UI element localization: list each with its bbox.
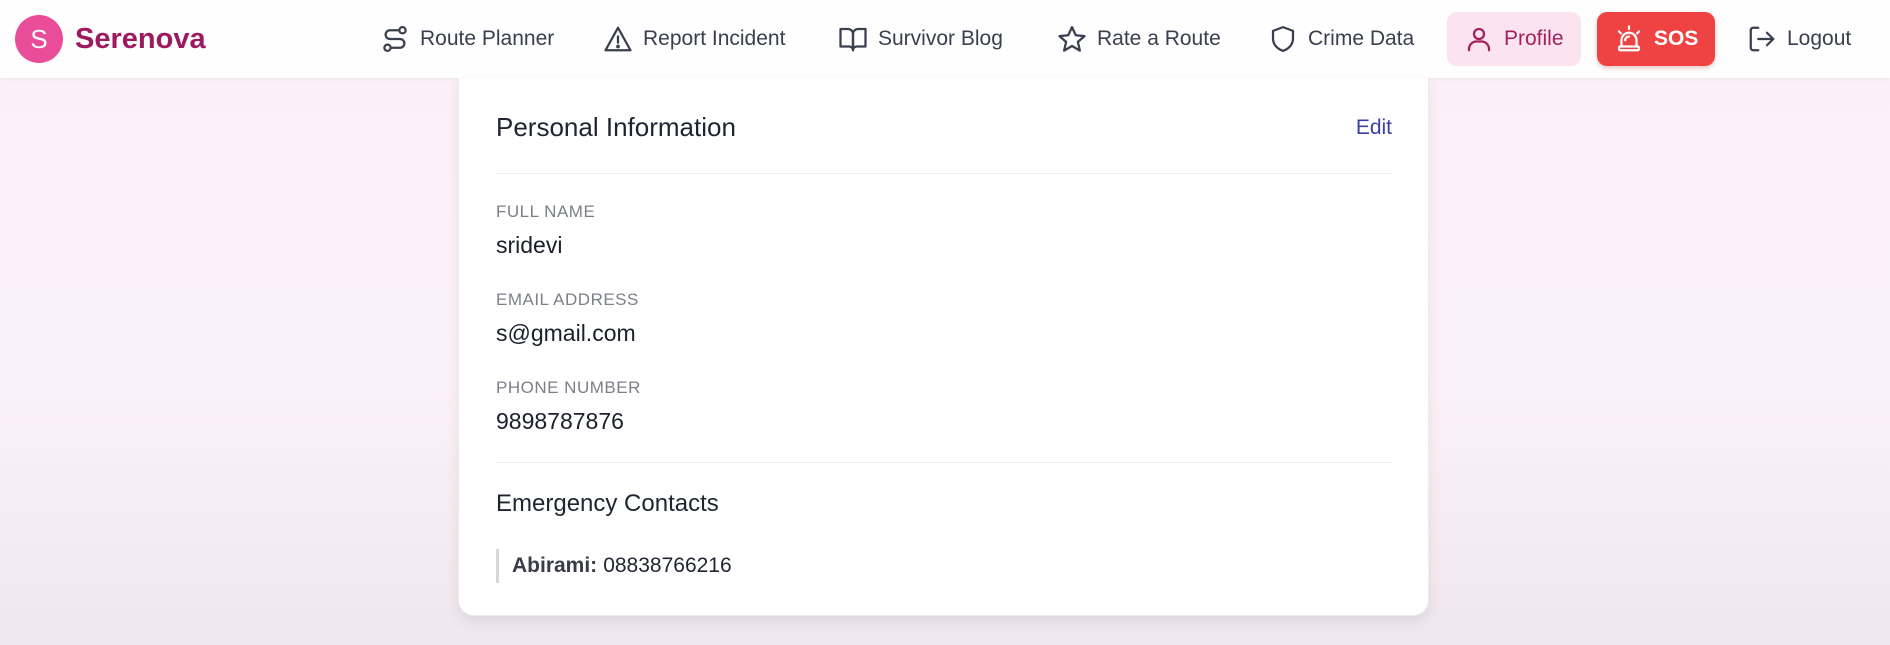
route-icon xyxy=(383,26,407,52)
shield-icon xyxy=(1271,26,1295,52)
email-value: s@gmail.com xyxy=(496,320,636,346)
nav-survivor-blog-label: Survivor Blog xyxy=(878,27,1003,50)
logout-icon xyxy=(1749,26,1775,52)
email-label: EMAIL ADDRESS xyxy=(496,290,639,309)
divider xyxy=(496,173,1392,174)
nav-route-planner[interactable]: Route Planner xyxy=(380,12,554,66)
nav-report-incident-label: Report Incident xyxy=(643,27,786,50)
brand-badge: S xyxy=(15,15,63,63)
siren-icon xyxy=(1617,25,1641,52)
nav-survivor-blog[interactable]: Survivor Blog xyxy=(838,12,1003,66)
nav-crime-data-label: Crime Data xyxy=(1308,27,1415,50)
warning-triangle-icon xyxy=(604,26,632,52)
user-icon xyxy=(1467,27,1491,52)
full-name-value: sridevi xyxy=(496,232,563,258)
full-name-label: FULL NAME xyxy=(496,202,596,221)
contact-phone: 08838766216 xyxy=(603,554,732,577)
nav-profile[interactable]: Profile xyxy=(1447,12,1581,66)
nav-rate-route[interactable]: Rate a Route xyxy=(1057,12,1221,66)
nav-logout-label: Logout xyxy=(1787,27,1852,50)
nav-rate-route-label: Rate a Route xyxy=(1097,27,1221,50)
star-icon xyxy=(1058,26,1086,52)
nav-profile-label: Profile xyxy=(1504,27,1564,50)
open-book-icon xyxy=(839,27,867,52)
nav-report-incident[interactable]: Report Incident xyxy=(603,12,785,66)
edit-button[interactable]: Edit xyxy=(1356,116,1392,140)
personal-info-title: Personal Information xyxy=(496,112,736,142)
phone-label: PHONE NUMBER xyxy=(496,378,641,397)
sos-button[interactable]: SOS xyxy=(1597,12,1716,66)
nav-route-planner-label: Route Planner xyxy=(420,27,555,50)
emergency-contact-item: Abirami: 08838766216 xyxy=(496,549,732,583)
brand-logo[interactable]: S Serenova xyxy=(15,15,206,63)
divider xyxy=(496,462,1392,463)
nav-logout[interactable]: Logout xyxy=(1747,12,1851,66)
brand-name: Serenova xyxy=(75,22,206,55)
personal-info-card: Personal Information Edit FULL NAME srid… xyxy=(458,78,1429,616)
nav-crime-data[interactable]: Crime Data xyxy=(1268,12,1414,66)
phone-value: 9898787876 xyxy=(496,408,624,434)
contact-name: Abirami: xyxy=(512,554,598,577)
top-navbar: S Serenova Route Planner Report Incident… xyxy=(0,0,1890,78)
sos-label: SOS xyxy=(1654,27,1699,50)
emergency-contacts-title: Emergency Contacts xyxy=(496,490,719,517)
